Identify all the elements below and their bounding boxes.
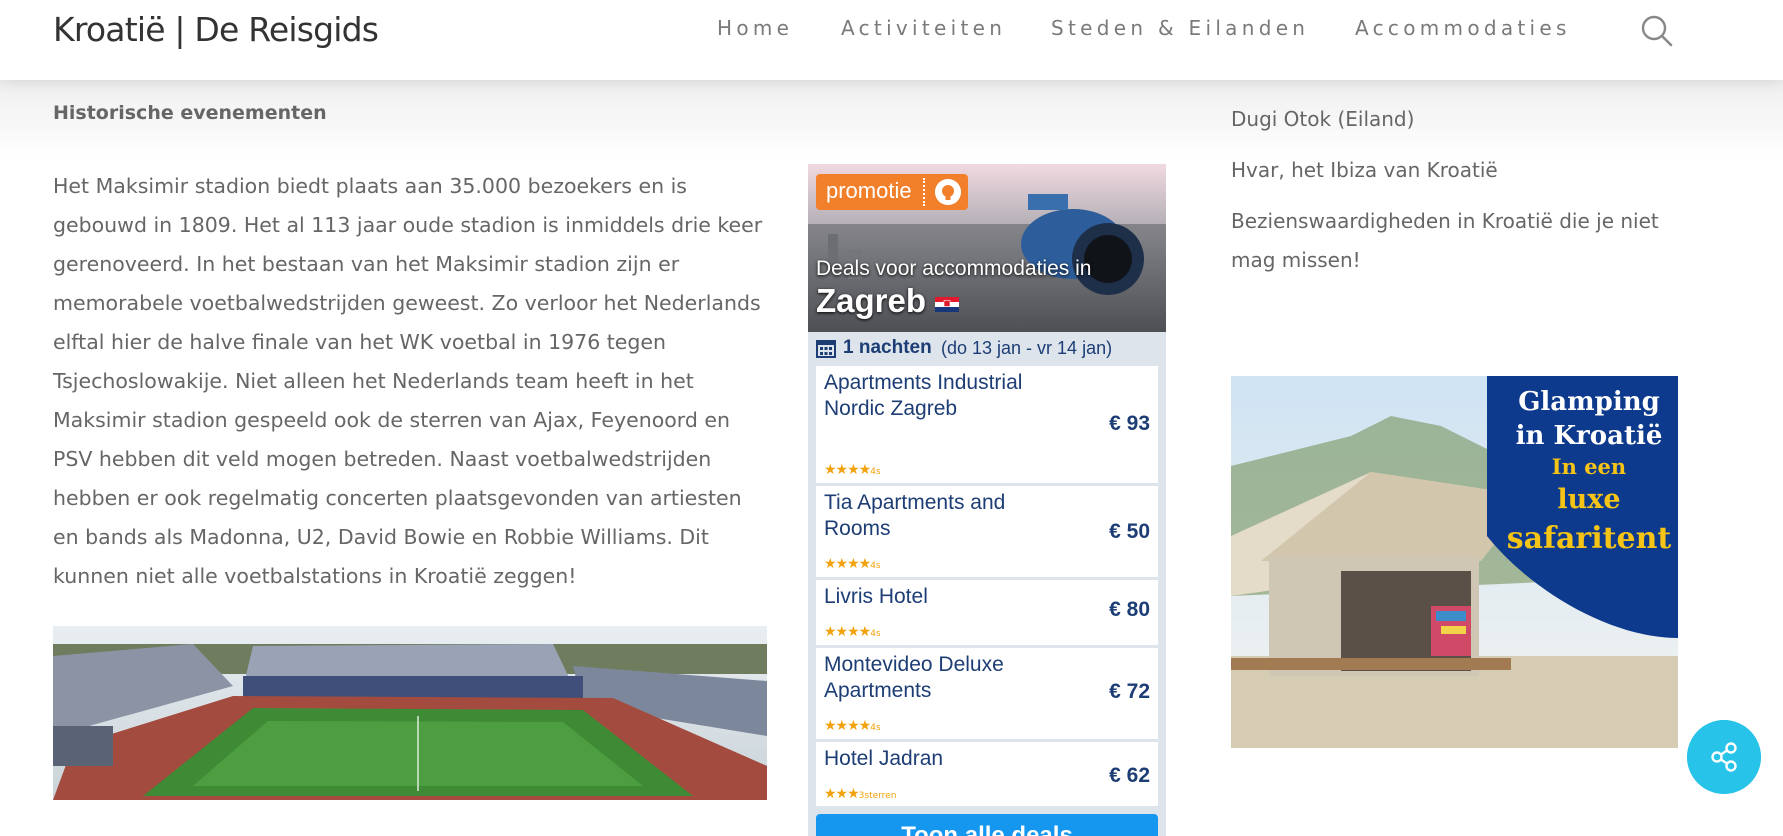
promo-badge: promotie	[816, 174, 968, 210]
hotel-stars: ★★★3sterren	[824, 786, 896, 802]
site-logo[interactable]: Kroatië | De Reisgids	[53, 10, 379, 49]
croatia-flag-icon	[935, 297, 959, 312]
hotel-name[interactable]: Livris Hotel	[824, 584, 1054, 610]
glamping-ad-banner[interactable]: Glamping in Kroatië In een luxe safarite…	[1231, 376, 1678, 748]
accommodation-deals-widget: promotie Deals voor accommodaties in Zag…	[808, 164, 1166, 836]
hotel-stars: ★★★★4s	[824, 624, 881, 640]
star-rating: ★★★★	[824, 718, 871, 734]
nav-activiteiten[interactable]: Activiteiten	[841, 16, 1006, 40]
hotel-stars: ★★★★4s	[824, 462, 881, 478]
hotel-name[interactable]: Apartments Industrial Nordic Zagreb	[824, 370, 1054, 422]
sidebar-link-bezienswaardigheden[interactable]: Bezienswaardigheden in Kroatië die je ni…	[1231, 202, 1691, 280]
sidebar-link-hvar[interactable]: Hvar, het Ibiza van Kroatië	[1231, 151, 1691, 190]
hotel-price: € 93	[1109, 412, 1150, 435]
maksimir-stadium-photo	[53, 626, 767, 800]
nights-label: 1 nachten	[843, 337, 932, 358]
search-icon[interactable]	[1640, 14, 1674, 48]
share-button[interactable]	[1687, 720, 1761, 794]
hotel-price: € 80	[1109, 598, 1150, 621]
hotel-stars: ★★★★4s	[824, 718, 881, 734]
hotel-price: € 72	[1109, 680, 1150, 703]
hotel-name[interactable]: Hotel Jadran	[824, 746, 1054, 772]
hero-city: Zagreb	[816, 282, 927, 319]
site-header: Kroatië | De Reisgids Home Activiteiten …	[0, 0, 1783, 80]
nav-steden-eilanden[interactable]: Steden & Eilanden	[1051, 16, 1309, 40]
hotel-row[interactable]: Livris Hotel € 80 ★★★★4s	[816, 580, 1158, 645]
star-suffix: 4s	[870, 723, 881, 733]
promo-label: promotie	[826, 178, 912, 203]
star-suffix: 4s	[870, 561, 881, 571]
ad-line-2: in Kroatië	[1516, 421, 1663, 451]
calendar-icon	[816, 340, 836, 358]
hotel-row[interactable]: Tia Apartments and Rooms € 50 ★★★★4s	[816, 486, 1158, 577]
star-rating: ★★★★	[824, 462, 871, 478]
ad-line-3: In een	[1552, 454, 1626, 479]
star-suffix: 4s	[870, 629, 881, 639]
section-heading: Historische evenementen	[53, 102, 327, 124]
hotel-row[interactable]: Montevideo Deluxe Apartments € 72 ★★★★4s	[816, 648, 1158, 739]
hotel-row[interactable]: Hotel Jadran € 62 ★★★3sterren	[816, 742, 1158, 806]
nav-home[interactable]: Home	[717, 16, 793, 40]
hotel-price: € 62	[1109, 764, 1150, 787]
star-rating: ★★★	[824, 786, 860, 802]
star-suffix: 3sterren	[858, 791, 897, 801]
dates-label: (do 13 jan - vr 14 jan)	[941, 338, 1113, 358]
hotel-name[interactable]: Tia Apartments and Rooms	[824, 490, 1054, 542]
lightbulb-icon	[935, 179, 961, 205]
star-rating: ★★★★	[824, 624, 871, 640]
nav-accommodaties[interactable]: Accommodaties	[1355, 16, 1571, 40]
show-all-deals-button[interactable]: Toon alle deals	[816, 814, 1158, 836]
star-rating: ★★★★	[824, 556, 871, 572]
ad-line-1: Glamping	[1518, 387, 1660, 417]
ad-line-5: safaritent	[1507, 521, 1672, 556]
ad-line-4: luxe	[1557, 484, 1620, 515]
sidebar-link-dugi-otok[interactable]: Dugi Otok (Eiland)	[1231, 100, 1691, 139]
hotel-stars: ★★★★4s	[824, 556, 881, 572]
hero-subtitle: Deals voor accommodaties in	[816, 257, 1092, 280]
hotel-row[interactable]: Apartments Industrial Nordic Zagreb € 93…	[816, 366, 1158, 483]
promo-separator	[923, 178, 925, 206]
article-body: Het Maksimir stadion biedt plaats aan 35…	[53, 174, 763, 588]
star-suffix: 4s	[870, 467, 881, 477]
hotel-name[interactable]: Montevideo Deluxe Apartments	[824, 652, 1054, 704]
hotel-price: € 50	[1109, 520, 1150, 543]
